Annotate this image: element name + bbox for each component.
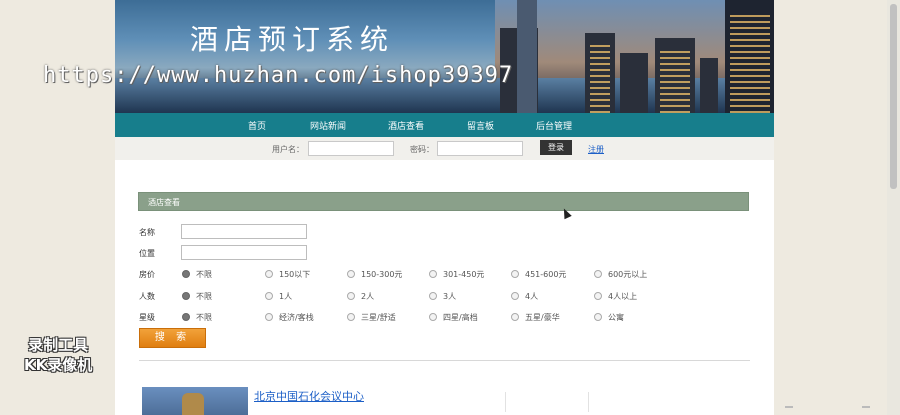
nav-home[interactable]: 首页 <box>248 119 266 132</box>
radio-icon[interactable] <box>182 312 190 321</box>
radio-icon[interactable] <box>594 269 602 278</box>
radio-icon[interactable] <box>511 269 519 278</box>
column-divider <box>505 392 506 412</box>
star-option[interactable]: 经济/客栈 <box>265 312 314 323</box>
nav-hotels[interactable]: 酒店查看 <box>388 119 424 132</box>
hotel-result-link[interactable]: 北京中国石化会议中心 <box>254 388 364 404</box>
price-option[interactable]: 150以下 <box>265 269 310 280</box>
username-input[interactable] <box>308 141 394 156</box>
radio-icon[interactable] <box>347 291 355 300</box>
radio-icon[interactable] <box>182 269 190 278</box>
column-divider <box>588 392 589 412</box>
star-option[interactable]: 三星/舒适 <box>347 312 396 323</box>
recorder-line1: 录制工具 <box>28 336 89 354</box>
price-label: 房价 <box>139 270 155 279</box>
site-title: 酒店预订系统 <box>190 23 395 56</box>
price-option[interactable]: 不限 <box>182 269 212 280</box>
radio-icon[interactable] <box>182 291 190 300</box>
star-option[interactable]: 四星/高档 <box>429 312 478 323</box>
radio-icon[interactable] <box>594 312 602 321</box>
recorder-watermark: 录制工具 KK录像机 <box>24 335 92 375</box>
star-option[interactable]: 五星/豪华 <box>511 312 560 323</box>
search-button[interactable]: 搜 索 <box>139 328 206 348</box>
price-option[interactable]: 600元以上 <box>594 269 647 280</box>
tiny-mark <box>785 406 793 408</box>
section-header: 酒店查看 <box>138 192 749 211</box>
radio-icon[interactable] <box>347 312 355 321</box>
nav-news[interactable]: 网站新闻 <box>310 119 346 132</box>
nav-admin[interactable]: 后台管理 <box>536 119 572 132</box>
building-dome-shape <box>182 393 204 415</box>
star-option[interactable]: 不限 <box>182 312 212 323</box>
watermark-url: https://www.huzhan.com/ishop39397 <box>43 63 514 88</box>
radio-icon[interactable] <box>429 269 437 278</box>
price-option[interactable]: 451-600元 <box>511 269 566 280</box>
building-lights <box>660 48 690 113</box>
people-option[interactable]: 3人 <box>429 291 456 302</box>
main-nav: 首页 网站新闻 酒店查看 留言板 后台管理 <box>115 113 774 137</box>
people-option[interactable]: 1人 <box>265 291 292 302</box>
people-label: 人数 <box>139 292 155 301</box>
price-option[interactable]: 150-300元 <box>347 269 402 280</box>
location-input[interactable] <box>181 245 307 260</box>
radio-icon[interactable] <box>429 312 437 321</box>
vertical-scrollbar[interactable] <box>887 0 900 415</box>
scrollbar-thumb[interactable] <box>890 4 897 189</box>
password-input[interactable] <box>437 141 523 156</box>
building <box>700 58 718 113</box>
hotel-thumbnail[interactable] <box>142 387 248 415</box>
radio-icon[interactable] <box>265 291 273 300</box>
section-title: 酒店查看 <box>148 198 180 207</box>
tiny-mark <box>862 406 870 408</box>
building <box>620 53 648 113</box>
people-option[interactable]: 不限 <box>182 291 212 302</box>
recorder-line2: KK录像机 <box>24 356 93 374</box>
radio-icon[interactable] <box>511 312 519 321</box>
password-label: 密码： <box>410 145 434 154</box>
radio-icon[interactable] <box>265 312 273 321</box>
register-link[interactable]: 注册 <box>588 144 604 155</box>
radio-icon[interactable] <box>265 269 273 278</box>
star-option[interactable]: 公寓 <box>594 312 624 323</box>
building-lights <box>730 13 770 113</box>
people-option[interactable]: 2人 <box>347 291 374 302</box>
radio-icon[interactable] <box>594 291 602 300</box>
divider <box>139 360 750 361</box>
header-banner: 酒店预订系统 <box>115 0 774 113</box>
login-button[interactable]: 登录 <box>540 140 572 155</box>
radio-icon[interactable] <box>429 291 437 300</box>
username-label: 用户名： <box>272 145 304 154</box>
login-bar: 用户名： 密码： 登录 注册 <box>115 137 774 160</box>
name-label: 名称 <box>139 228 155 237</box>
star-label: 星级 <box>139 313 155 322</box>
people-option[interactable]: 4人以上 <box>594 291 637 302</box>
building <box>517 0 537 113</box>
location-label: 位置 <box>139 249 155 258</box>
people-option[interactable]: 4人 <box>511 291 538 302</box>
building-lights <box>590 43 610 113</box>
nav-guestbook[interactable]: 留言板 <box>467 119 494 132</box>
price-option[interactable]: 301-450元 <box>429 269 484 280</box>
hotel-name-input[interactable] <box>181 224 307 239</box>
radio-icon[interactable] <box>347 269 355 278</box>
radio-icon[interactable] <box>511 291 519 300</box>
